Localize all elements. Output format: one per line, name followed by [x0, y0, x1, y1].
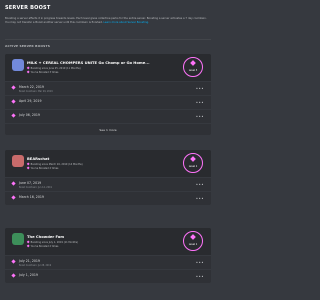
boost-gem-icon: [11, 99, 16, 104]
boost-date: March 16, 2019: [19, 195, 44, 199]
boost-date: April 29, 2019: [19, 99, 42, 103]
more-options-icon[interactable]: •••: [196, 100, 204, 105]
card-header: BEARschat Boosting since March 16, 2019 …: [5, 150, 211, 177]
server-boost-card: The Chowder Fam Boosting since July 1, 2…: [5, 228, 211, 283]
boost-row: July 21, 2019 Boost Cooldown: Jul 28, 20…: [5, 255, 211, 269]
boost-gem-icon: [11, 85, 16, 90]
more-options-icon[interactable]: •••: [196, 182, 204, 187]
server-icon: [12, 233, 24, 245]
boost-gem-icon: [11, 195, 16, 200]
level-label: Level 3: [188, 69, 198, 72]
page-description: Boosting a server affects it in progress…: [5, 17, 210, 24]
boost-row: March 22, 2019 Boost Cooldown: Mar 29, 2…: [5, 81, 211, 95]
boost-date: July 21, 2019: [19, 259, 40, 263]
boost-date: June 07, 2019: [19, 181, 42, 185]
see-more-button[interactable]: See 1 more: [5, 123, 211, 135]
card-header: MILK + CEREAL CHOMPERS UNITE Go Chomp or…: [5, 54, 211, 81]
server-boost-card: BEARschat Boosting since March 16, 2019 …: [5, 150, 211, 205]
boost-row: July 06, 2019 •••: [5, 109, 211, 123]
level-label: Level 1: [188, 165, 198, 168]
level-badge: Level 3: [183, 57, 203, 77]
level-badge: Level 1: [183, 231, 203, 251]
boost-gem-icon: [190, 234, 196, 240]
boost-gem-icon: [190, 60, 196, 66]
server-icon: [12, 59, 24, 71]
level-badge: Level 1: [183, 153, 203, 173]
boost-row: March 16, 2019 •••: [5, 191, 211, 205]
boost-count-text: You've Boosted 2 times: [26, 166, 58, 171]
boost-gem-icon: [11, 181, 16, 186]
server-boost-card: MILK + CEREAL CHOMPERS UNITE Go Chomp or…: [5, 54, 211, 135]
boost-gem-icon: [26, 70, 30, 75]
boost-date: July 06, 2019: [19, 113, 40, 117]
more-options-icon[interactable]: •••: [196, 196, 204, 201]
section-label: ACTIVE SERVER BOOSTS: [5, 44, 51, 48]
server-name[interactable]: BEARschat: [27, 157, 187, 161]
more-options-icon[interactable]: •••: [196, 260, 204, 265]
level-label: Level 1: [188, 243, 198, 246]
boost-count-text: You've Boosted 2 times: [26, 244, 58, 249]
boost-gem-icon: [11, 113, 16, 118]
boost-gem-icon: [26, 244, 30, 249]
boost-count-text: You've Boosted 3 times: [26, 70, 58, 75]
boost-cooldown: Boost Cooldown: Mar 29, 2019: [19, 90, 53, 93]
server-icon: [12, 155, 24, 167]
card-header: The Chowder Fam Boosting since July 1, 2…: [5, 228, 211, 255]
boost-date: July 1, 2019: [19, 273, 38, 277]
server-boost-page: SERVER BOOST Boosting a server affects i…: [0, 0, 216, 300]
boost-cooldown: Boost Cooldown: Jul 28, 2019: [19, 264, 52, 267]
more-options-icon[interactable]: •••: [196, 114, 204, 119]
more-options-icon[interactable]: •••: [196, 274, 204, 279]
page-title: SERVER BOOST: [5, 5, 51, 11]
boost-gem-icon: [11, 273, 16, 278]
boost-row: July 1, 2019 •••: [5, 269, 211, 283]
boost-since-text: Boosting since March 16, 2019 (14 Months…: [26, 162, 83, 167]
boost-row: June 07, 2019 Boost Cooldown: Jun 14, 20…: [5, 177, 211, 191]
server-name[interactable]: The Chowder Fam: [27, 235, 187, 239]
boost-gem-icon: [11, 259, 16, 264]
boost-cooldown: Boost Cooldown: Jun 14, 2019: [19, 186, 52, 189]
boost-gem-icon: [190, 156, 196, 162]
divider: [5, 39, 211, 40]
more-options-icon[interactable]: •••: [196, 86, 204, 91]
boost-row: April 29, 2019 •••: [5, 95, 211, 109]
boost-since-text: Boosting since July 1, 2019 (11 Months): [26, 240, 78, 245]
boost-date: March 22, 2019: [19, 85, 44, 89]
boost-gem-icon: [26, 166, 30, 171]
learn-more-link[interactable]: Learn more about Server Boosting.: [104, 21, 149, 24]
server-name[interactable]: MILK + CEREAL CHOMPERS UNITE Go Chomp or…: [27, 61, 187, 65]
boost-since-text: Boosting since June 25, 2019 (11 Months): [26, 66, 81, 71]
